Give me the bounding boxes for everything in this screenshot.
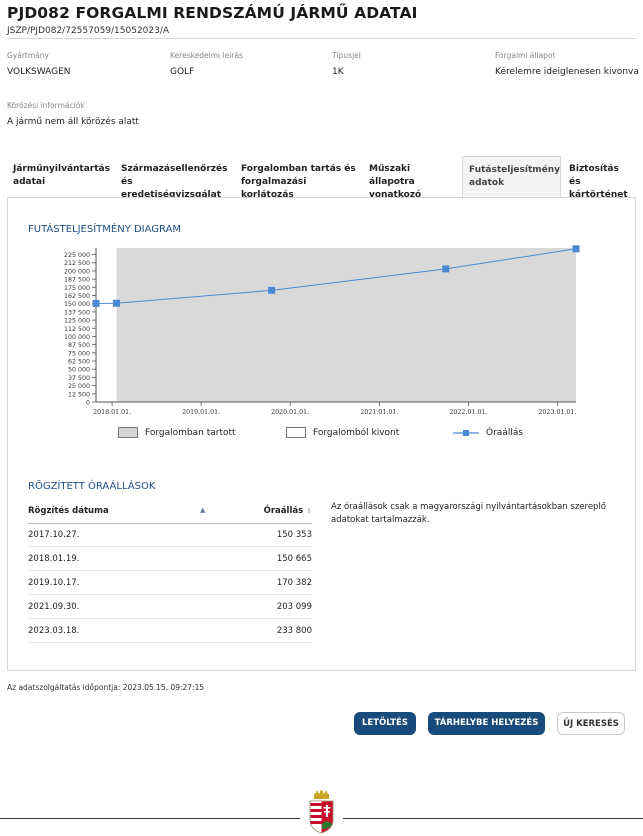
tab-label-line1: Biztosítás és	[569, 164, 619, 187]
y-tick-label: 187 500	[64, 277, 90, 284]
y-tick-label: 150 000	[64, 301, 90, 308]
table-row: 2021.09.30. 203 099	[28, 595, 312, 619]
row-date: 2018.01.19.	[28, 554, 80, 564]
row-date: 2023.03.18.	[28, 626, 80, 636]
y-tick-label: 137 500	[64, 309, 90, 316]
tab-label-line1: Származásellenőrzés	[121, 164, 228, 174]
row-date: 2019.10.17.	[28, 578, 80, 588]
download-button[interactable]: LETÖLTÉS	[354, 712, 416, 735]
tab-origin-check[interactable]: Származásellenőrzés és eredetiségvizsgál…	[115, 156, 235, 200]
column-header-odometer-label: Óraállás	[263, 506, 304, 516]
y-tick-label: 200 000	[64, 268, 90, 275]
type-code-value: 1K	[332, 67, 344, 77]
column-header-date-label: Rögzítés dátuma	[28, 506, 109, 516]
tab-label-line2: adatai	[13, 177, 46, 187]
y-tick-label: 87 500	[68, 342, 90, 349]
data-timestamp: Az adatszolgáltatás időpontja: 2023.05.1…	[7, 683, 205, 692]
table-row: 2019.10.17. 170 382	[28, 571, 312, 595]
y-tick-label: 50 000	[68, 367, 90, 374]
y-tick-label: 112 500	[64, 326, 90, 333]
column-header-odometer[interactable]: Óraállás ⇕	[264, 506, 312, 516]
tab-registry-data[interactable]: Járműnyilvántartás adatai	[7, 156, 115, 197]
hungarian-coat-of-arms-icon	[309, 790, 334, 834]
y-tick-label: 125 000	[64, 318, 90, 325]
traffic-status-value: Kérelemre ideiglenesen kivonva	[495, 67, 639, 77]
table-header: Rögzítés dátuma ▲ Óraállás ⇕	[28, 501, 312, 524]
x-tick-label: 2019.01.01.	[182, 409, 220, 416]
commercial-description-value: GOLF	[170, 67, 195, 77]
reference-number: JSZP/PJD082/72557059/15052023/A	[7, 26, 170, 36]
footer-divider-left	[0, 818, 300, 819]
y-tick-label: 75 000	[68, 350, 90, 357]
y-tick-label: 25 000	[68, 383, 90, 390]
row-odometer: 170 382	[276, 578, 312, 588]
row-odometer: 150 665	[276, 554, 312, 564]
tab-label-line1: Járműnyilvántartás	[13, 164, 110, 174]
odometer-point	[268, 286, 276, 294]
row-odometer: 203 099	[276, 602, 312, 612]
y-tick-label: 175 000	[64, 285, 90, 292]
y-tick-label: 62 500	[68, 359, 90, 366]
tab-label-line1: Futásteljesítmény	[469, 165, 561, 175]
x-tick-label: 2023.01.01.	[538, 409, 576, 416]
odometer-point	[112, 299, 120, 307]
legend-swatch-in-traffic	[118, 427, 138, 438]
odometer-point	[572, 245, 580, 253]
tab-insurance-history[interactable]: Biztosítás és kártörténet	[563, 156, 637, 200]
legend-swatch-withdrawn	[286, 427, 306, 438]
wanted-info-value: A jármű nem áll körözés alatt	[7, 117, 139, 127]
y-tick-label: 12 500	[68, 391, 90, 398]
row-odometer: 233 800	[276, 626, 312, 636]
tab-traffic-restrictions[interactable]: Forgalomban tartás és forgalmazási korlá…	[235, 156, 363, 200]
wanted-info-label: Körözési információk	[7, 101, 85, 110]
legend-label-in-traffic: Forgalomban tartott	[145, 428, 236, 438]
row-date: 2021.09.30.	[28, 602, 80, 612]
odometer-point	[92, 299, 100, 307]
footer-divider-right	[343, 818, 643, 819]
in-traffic-band	[116, 248, 577, 402]
x-tick-label: 2020.01.01.	[271, 409, 309, 416]
sort-icon: ⇕	[306, 507, 312, 515]
row-odometer: 150 353	[276, 530, 312, 540]
legend-swatch-odometer	[453, 430, 479, 436]
table-row: 2023.03.18. 233 800	[28, 619, 312, 643]
page-title: PJD082 FORGALMI RENDSZÁMÚ JÁRMŰ ADATAI	[7, 4, 418, 22]
mileage-chart: 0 12 50025 00037 50050 00062 500 75 00087 …	[64, 245, 580, 416]
new-search-button[interactable]: ÚJ KERESÉS	[557, 712, 625, 735]
odometer-point	[442, 265, 450, 273]
tab-technical-condition[interactable]: Műszaki állapotra vonatkozó adatok	[363, 156, 462, 213]
commercial-description-label: Kereskedelmi leírás	[170, 51, 243, 60]
make-label: Gyártmány	[7, 51, 49, 60]
table-row: 2017.10.27. 150 353	[28, 523, 312, 547]
tab-label-line2: adatok	[469, 178, 505, 188]
row-date: 2017.10.27.	[28, 530, 80, 540]
tab-mileage-data[interactable]: Futásteljesítmény adatok	[462, 156, 561, 197]
y-tick-label: 162 500	[64, 293, 90, 300]
store-in-storage-button[interactable]: TÁRHELYBE HELYEZÉS	[428, 712, 545, 735]
y-tick-label: 212 500	[64, 260, 90, 267]
records-title: RÖGZÍTETT ÓRAÁLLÁSOK	[28, 481, 156, 492]
legend-label-odometer: Óraállás	[486, 428, 524, 438]
make-value: VOLKSWAGEN	[7, 67, 71, 77]
x-tick-label: 2022.01.01.	[449, 409, 487, 416]
divider	[7, 38, 636, 39]
x-tick-label: 2021.01.01.	[360, 409, 398, 416]
x-tick-label: 2018.01.01.	[93, 409, 131, 416]
type-code-label: Típusjel	[332, 51, 361, 60]
mileage-panel: FUTÁSTELJESÍTMÉNY DIAGRAM 0 12 500 25 000 3…	[7, 197, 636, 671]
tab-label-line1: Forgalomban tartás és	[241, 164, 356, 174]
y-tick-label: 37 500	[68, 375, 90, 382]
column-header-date[interactable]: Rögzítés dátuma	[28, 506, 109, 516]
y-tick-label: 100 000	[64, 334, 90, 341]
sort-asc-icon[interactable]: ▲	[200, 506, 205, 514]
traffic-status-label: Forgalmi állapot	[495, 51, 556, 60]
legend-label-withdrawn: Forgalomból kivont	[313, 428, 400, 438]
tab-label-line1: Műszaki állapotra	[369, 164, 415, 187]
table-row: 2018.01.19. 150 665	[28, 547, 312, 571]
y-tick-label: 0	[86, 400, 90, 407]
y-tick-label: 225 000	[64, 252, 90, 259]
tab-bar: Járműnyilvántartás adatai Származásellen…	[7, 156, 637, 213]
records-note: Az óraállások csak a magyarországi nyilv…	[331, 502, 607, 525]
